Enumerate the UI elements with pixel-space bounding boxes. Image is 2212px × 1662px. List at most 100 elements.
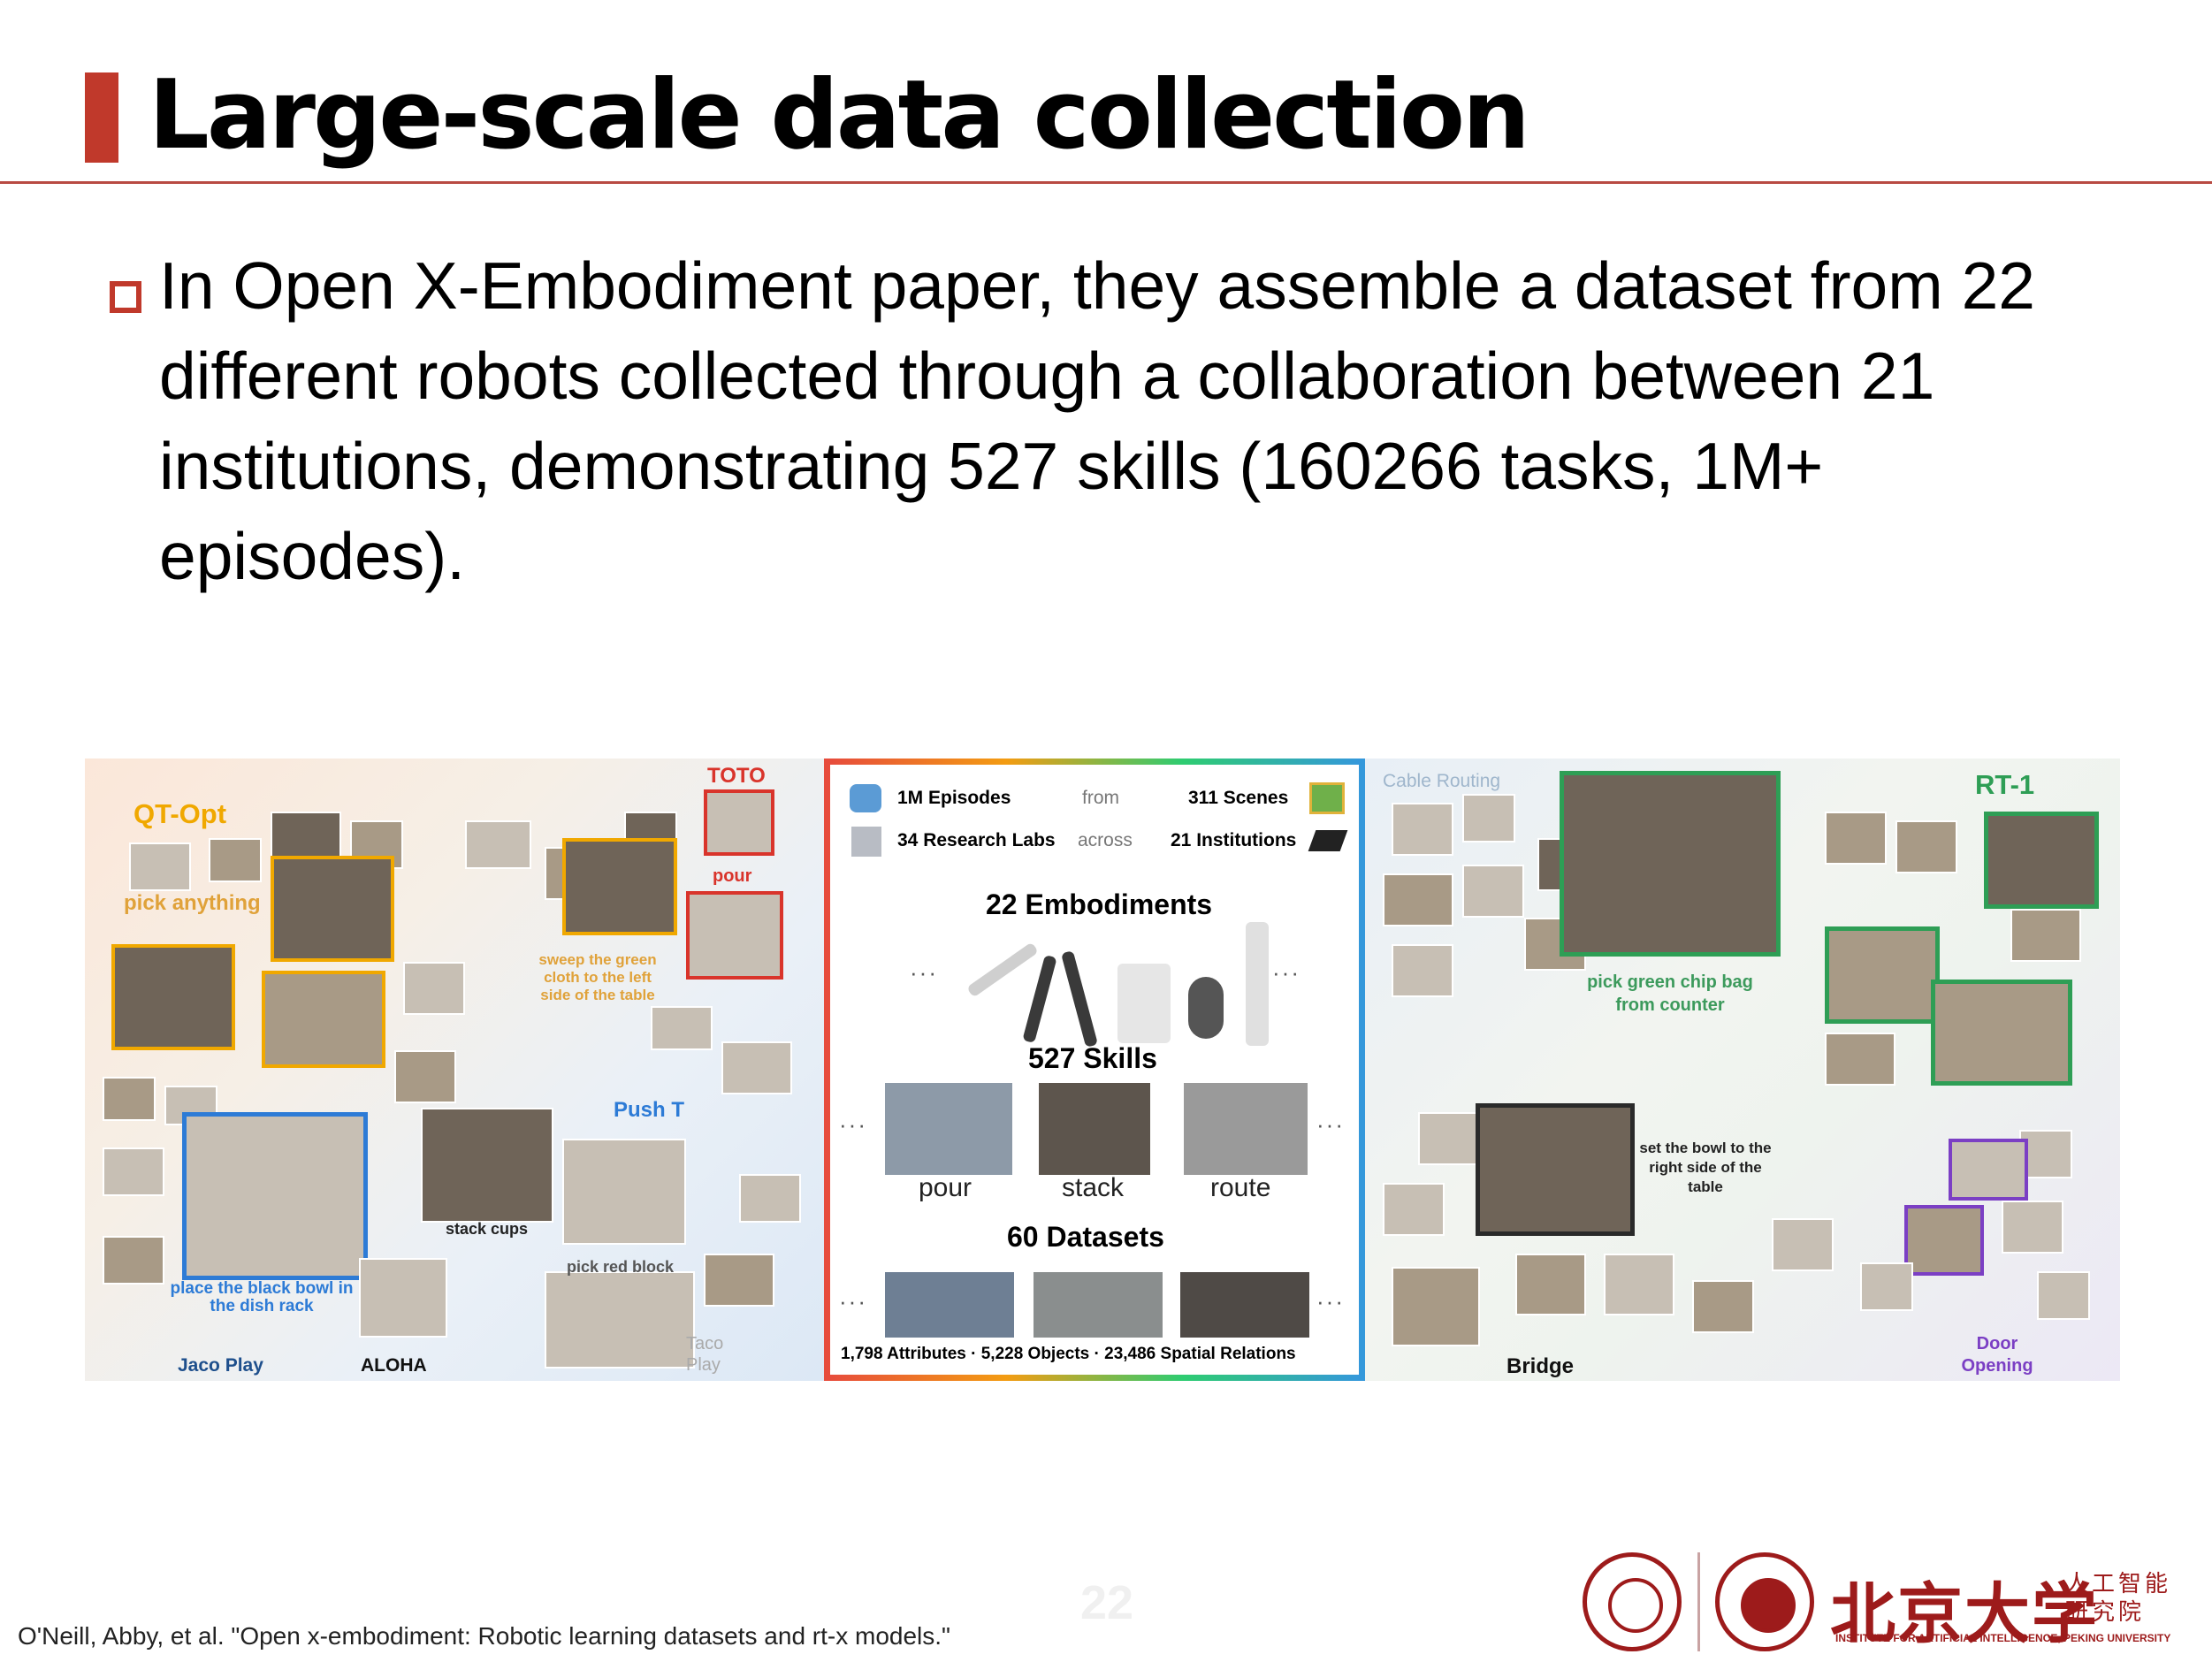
stat-episodes: 1M Episodes (897, 788, 1011, 808)
dataset-thumbnail (103, 1236, 164, 1285)
dataset-thumbnail (704, 1254, 774, 1307)
dataset-thumbnail (721, 1041, 792, 1094)
logo-divider (1697, 1552, 1700, 1651)
open-x-embodiment-figure: QT-Opt pick anything TOTO pour sweep the… (85, 759, 2120, 1381)
dataset-thumbnail (129, 842, 191, 891)
dataset-thumbnail (1462, 794, 1515, 842)
label-toto: TOTO (707, 764, 766, 788)
jaco-play-thumbnail (182, 1112, 368, 1280)
bridge-thumbnail (1476, 1103, 1635, 1236)
dataset-thumbnail (1895, 820, 1957, 873)
dataset-thumbnail (1418, 1112, 1480, 1165)
dataset-thumbnail (1392, 944, 1453, 997)
dataset-image (885, 1272, 1014, 1338)
dataset-image (1034, 1272, 1163, 1338)
label-cable-routing: Cable Routing (1383, 771, 1501, 791)
stack-cups-thumbnail (421, 1108, 553, 1223)
rt1-main-thumbnail (1560, 771, 1781, 957)
label-set-bowl: set the bowl to the right side of the ta… (1639, 1140, 1772, 1195)
landscape-icon (1309, 782, 1345, 814)
rt1-thumbnail (1931, 980, 2072, 1086)
label-pour: pour (713, 866, 752, 886)
rt1-thumbnail (1825, 926, 1940, 1024)
skill-caption-stack: stack (1062, 1173, 1125, 1202)
robot-arm-icon (1022, 954, 1057, 1044)
dataset-thumbnail (2010, 909, 2081, 962)
stat-institutions: 21 Institutions (1171, 830, 1297, 850)
heading-skills: 527 Skills (1028, 1042, 1157, 1074)
label-door-opening: Door Opening (1961, 1334, 2033, 1376)
label-sweep-cloth: sweep the green cloth to the left side o… (538, 951, 657, 1003)
institute-name-en: INSTITUTE FOR ARTIFICIAL INTELLIGENCE, P… (1835, 1632, 2171, 1644)
more-dots: ··· (1272, 959, 1301, 986)
dataset-thumbnail (403, 962, 465, 1015)
heading-embodiments: 22 Embodiments (986, 888, 1213, 920)
dataset-image (1180, 1272, 1309, 1338)
label-pick-red-block: pick red block (567, 1258, 675, 1276)
heading-datasets: 60 Datasets (1007, 1221, 1164, 1253)
pick-red-block-thumbnail (545, 1271, 695, 1368)
dataset-thumbnail (2002, 1201, 2063, 1254)
institute-seal (1715, 1552, 1814, 1651)
slide-title: Large-scale data collection (149, 60, 1530, 171)
more-dots: ··· (839, 1288, 867, 1315)
robot-arm-icon (1188, 977, 1224, 1039)
robot-icon (850, 784, 881, 812)
stat-from: from (1082, 788, 1119, 808)
label-taco-play: Taco Play (686, 1334, 724, 1375)
robot-arm-icon (966, 942, 1039, 998)
more-dots: ··· (839, 1111, 867, 1138)
dataset-thumbnail (1825, 812, 1887, 865)
label-aloha: ALOHA (361, 1355, 427, 1376)
toto-thumbnail (704, 789, 774, 856)
more-dots: ··· (910, 959, 938, 986)
citation: O'Neill, Abby, et al. "Open x-embodiment… (18, 1622, 950, 1650)
stat-across: across (1078, 830, 1133, 850)
dataset-thumbnail (1392, 803, 1453, 856)
aloha-thumbnail (359, 1258, 447, 1338)
label-stack-cups: stack cups (446, 1220, 529, 1238)
bullet-square-icon (110, 281, 141, 313)
skill-route-image (1184, 1083, 1308, 1175)
label-push-t: Push T (614, 1098, 685, 1122)
more-dots: ··· (1316, 1288, 1345, 1315)
qt-opt-thumbnail (111, 944, 235, 1050)
dataset-thumbnail (209, 838, 262, 882)
sweep-thumbnail (562, 838, 677, 935)
dataset-thumbnail (1383, 1183, 1445, 1236)
skill-stack-image (1039, 1083, 1150, 1175)
dataset-thumbnail (1383, 873, 1453, 926)
skill-caption-route: route (1210, 1173, 1271, 1202)
peking-university-seal (1583, 1552, 1682, 1651)
door-opening-thumbnail (1904, 1205, 1984, 1276)
door-opening-thumbnail (1949, 1139, 2028, 1201)
robot-arm-icon (1061, 950, 1098, 1048)
graduation-cap-icon (1308, 830, 1348, 851)
label-pick-anything: pick anything (124, 891, 261, 915)
stats-footer: 1,798 Attributes · 5,228 Objects · 23,48… (841, 1345, 1296, 1363)
dataset-thumbnail (1692, 1280, 1754, 1333)
dataset-thumbnail (1860, 1262, 1913, 1311)
qt-opt-thumbnail (271, 856, 394, 962)
label-rt1: RT-1 (1975, 769, 2035, 800)
dataset-thumbnail (465, 820, 531, 869)
skill-caption-pour: pour (919, 1173, 973, 1202)
figure-left-panel: QT-Opt pick anything TOTO pour sweep the… (85, 759, 824, 1381)
building-icon (851, 827, 881, 857)
label-place-black-bowl: place the black bowl in the dish rack (170, 1279, 354, 1315)
toto-pour-thumbnail (686, 891, 783, 980)
title-accent-bar (85, 72, 118, 163)
dataset-thumbnail (1515, 1254, 1586, 1315)
dataset-thumbnail (739, 1174, 801, 1223)
more-dots: ··· (1316, 1111, 1345, 1138)
skill-pour-image (885, 1083, 1012, 1175)
label-jaco-play: Jaco Play (178, 1355, 263, 1376)
robot-arm-icon (1246, 922, 1269, 1046)
dataset-thumbnail (103, 1077, 156, 1121)
rt1-thumbnail (1984, 812, 2099, 909)
figure-center-panel: 1M Episodes from 311 Scenes 34 Research … (824, 759, 1365, 1381)
dataset-thumbnail (1604, 1254, 1674, 1315)
dataset-thumbnail (1825, 1033, 1895, 1086)
stat-labs: 34 Research Labs (897, 830, 1056, 850)
figure-right-panel: Cable Routing RT-1 pick green chip bag f… (1365, 759, 2120, 1381)
